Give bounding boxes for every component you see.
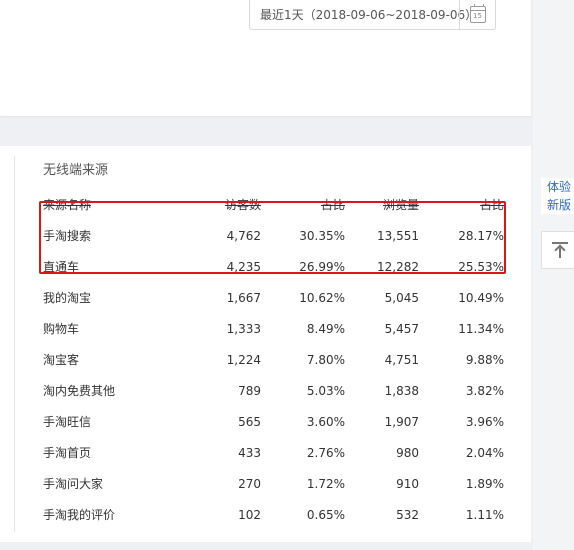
source-table: 来源名称 访客数 占比 浏览量 占比 手淘搜索 4,762 30.35% 13,… — [43, 188, 504, 530]
source-name: 购物车 — [43, 322, 80, 336]
pageview-share: 28.17% — [458, 228, 504, 243]
source-name: 手淘我的评价 — [43, 508, 116, 522]
pageview-share: 3.96% — [465, 414, 504, 429]
date-range-label[interactable]: 最近1天（2018-09-06~2018-09-06） — [250, 6, 477, 23]
pageview-share: 9.88% — [465, 352, 504, 367]
visitor-share: 3.60% — [306, 414, 345, 429]
source-name: 直通车 — [43, 260, 80, 274]
visitors: 565 — [238, 414, 261, 429]
source-name: 我的淘宝 — [43, 291, 92, 305]
pageview-share: 1.11% — [465, 507, 504, 522]
table-row: 手淘我的评价 102 0.65% 532 1.11% — [43, 499, 504, 530]
visitors: 1,224 — [226, 352, 261, 367]
pageview-share: 11.34% — [458, 321, 504, 336]
visitors: 4,235 — [226, 259, 261, 274]
wireless-source-panel: 无线端来源 来源名称 访客数 占比 浏览量 占比 手淘搜索 4,762 30.3… — [0, 146, 531, 542]
source-name: 手淘旺信 — [43, 415, 92, 429]
visitors: 1,667 — [226, 290, 261, 305]
table-row: 手淘问大家 270 1.72% 910 1.89% — [43, 468, 504, 499]
calendar-icon[interactable]: 15 — [469, 4, 486, 23]
pageviews: 5,045 — [384, 290, 419, 305]
visitor-share: 10.62% — [299, 290, 345, 305]
pageviews: 12,282 — [377, 259, 419, 274]
source-name: 淘宝客 — [43, 353, 80, 367]
pageviews: 5,457 — [384, 321, 419, 336]
visitors: 102 — [238, 507, 261, 522]
source-name: 手淘问大家 — [43, 477, 104, 491]
visitors: 433 — [238, 445, 261, 460]
section-title: 无线端来源 — [43, 163, 109, 178]
visitors: 4,762 — [226, 228, 261, 243]
visitors: 270 — [238, 476, 261, 491]
source-name: 手淘首页 — [43, 446, 92, 460]
back-to-top-button[interactable] — [541, 231, 574, 269]
table-row: 手淘旺信 565 3.60% 1,907 3.96% — [43, 406, 504, 437]
table-row: 直通车 4,235 26.99% 12,282 25.53% — [43, 251, 504, 282]
header-source-name: 来源名称 — [43, 197, 92, 212]
visitor-share: 2.76% — [306, 445, 345, 460]
panel-divider — [14, 156, 15, 532]
table-row: 淘内免费其他 789 5.03% 1,838 3.82% — [43, 375, 504, 406]
visitor-share: 8.49% — [306, 321, 345, 336]
pageviews: 1,838 — [384, 383, 419, 398]
source-name: 手淘搜索 — [43, 229, 92, 243]
try-new-version-link[interactable]: 体验 新版 — [541, 178, 574, 214]
pageviews: 910 — [396, 476, 419, 491]
calendar-day-number: 15 — [473, 12, 482, 20]
visitors: 1,333 — [226, 321, 261, 336]
table-row: 手淘搜索 4,762 30.35% 13,551 28.17% — [43, 220, 504, 251]
source-name: 淘内免费其他 — [43, 384, 116, 398]
visitor-share: 30.35% — [299, 228, 345, 243]
visitor-share: 7.80% — [306, 352, 345, 367]
header-pageviews: 浏览量 — [382, 197, 419, 212]
pageview-share: 3.82% — [465, 383, 504, 398]
header-visitor-share: 占比 — [320, 197, 345, 212]
pageviews: 13,551 — [377, 228, 419, 243]
visitors: 789 — [238, 383, 261, 398]
visitor-share: 26.99% — [299, 259, 345, 274]
summary-card: 最近1天（2018-09-06~2018-09-06） 15 — [0, 0, 531, 116]
pageview-share: 10.49% — [458, 290, 504, 305]
pageviews: 980 — [396, 445, 419, 460]
visitor-share: 0.65% — [306, 507, 345, 522]
back-to-top-icon[interactable] — [552, 242, 568, 258]
pageview-share: 2.04% — [465, 445, 504, 460]
table-row: 购物车 1,333 8.49% 5,457 11.34% — [43, 313, 504, 344]
header-visitors: 访客数 — [224, 197, 261, 212]
header-pageview-share: 占比 — [479, 197, 504, 212]
try-new-version-line2[interactable]: 新版 — [547, 196, 574, 214]
table-row: 淘宝客 1,224 7.80% 4,751 9.88% — [43, 344, 504, 375]
table-header-row: 来源名称 访客数 占比 浏览量 占比 — [43, 188, 504, 220]
pageview-share: 1.89% — [465, 476, 504, 491]
table-row: 我的淘宝 1,667 10.62% 5,045 10.49% — [43, 282, 504, 313]
pageview-share: 25.53% — [458, 259, 504, 274]
table-row: 手淘首页 433 2.76% 980 2.04% — [43, 437, 504, 468]
pageviews: 532 — [396, 507, 419, 522]
pageviews: 1,907 — [384, 414, 419, 429]
visitor-share: 5.03% — [306, 383, 345, 398]
calendar-button[interactable]: 15 — [459, 0, 495, 29]
pageviews: 4,751 — [384, 352, 419, 367]
date-range-picker[interactable]: 最近1天（2018-09-06~2018-09-06） 15 — [249, 0, 496, 30]
visitor-share: 1.72% — [306, 476, 345, 491]
right-rail — [533, 0, 574, 550]
try-new-version-line1[interactable]: 体验 — [547, 178, 574, 196]
